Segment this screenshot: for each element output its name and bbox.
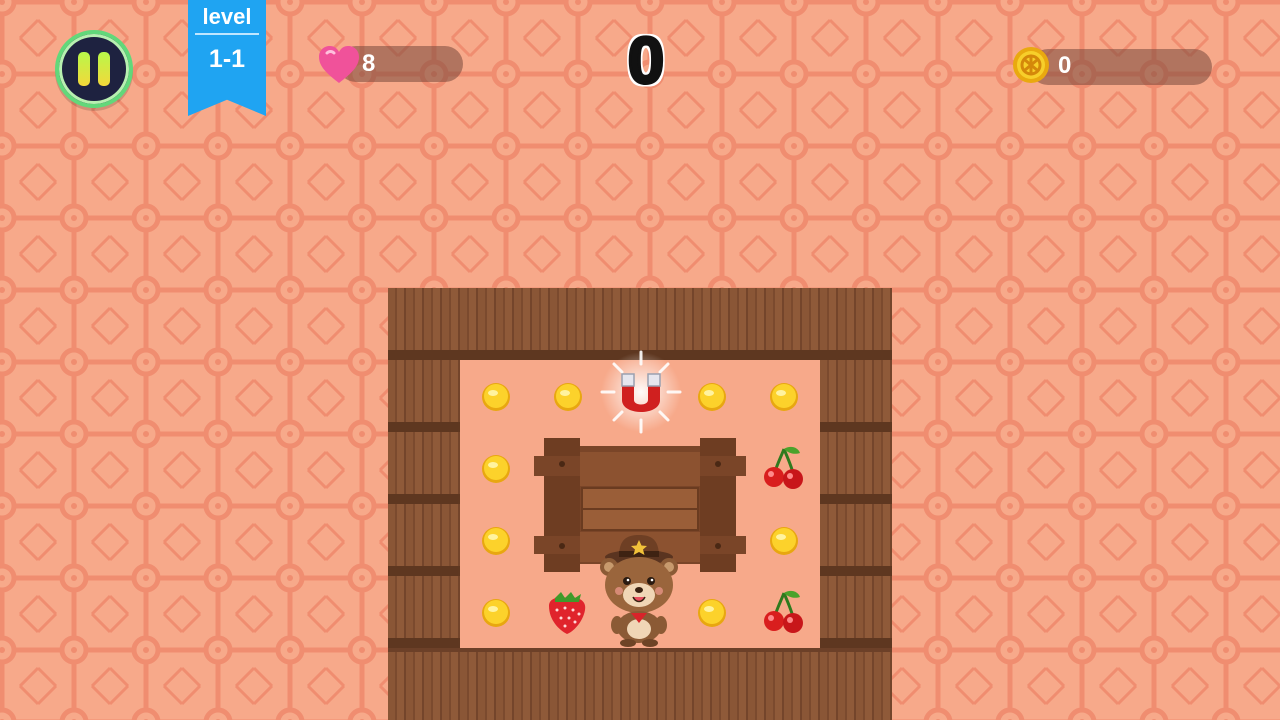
coin-pickup [770,527,798,555]
coin-pickup [482,527,510,555]
coin-pickup [698,383,726,411]
coin-pickup [482,599,510,627]
coins-value: 0 [1058,52,1072,79]
level-value: 1-1 [208,45,246,73]
level-badge: level 1-1 [188,0,266,116]
cherry-icon [764,590,803,633]
level-divider [195,33,259,35]
coin-pickup [482,455,510,483]
wall-left [388,360,460,648]
coin-pickup [698,599,726,627]
heart-icon [319,46,359,83]
coin-icon [1013,47,1049,83]
coin-pickup [554,383,582,411]
magnet-icon [600,350,682,434]
strawberry-icon [549,592,586,634]
wall-bottom [388,648,892,720]
coin-pickup [482,383,510,411]
cherry-icon [764,446,803,489]
wall-right [820,360,892,648]
coin-pickup [770,383,798,411]
pause-icon-bar [98,52,110,86]
pause-icon [78,52,90,86]
bear-sheriff-icon [600,535,678,647]
level-label: level [202,4,252,29]
score-display: 0 [626,22,666,99]
hearts-value: 8 [362,50,376,77]
coins-counter: 0 [1030,49,1212,85]
pause-button[interactable] [55,30,133,108]
